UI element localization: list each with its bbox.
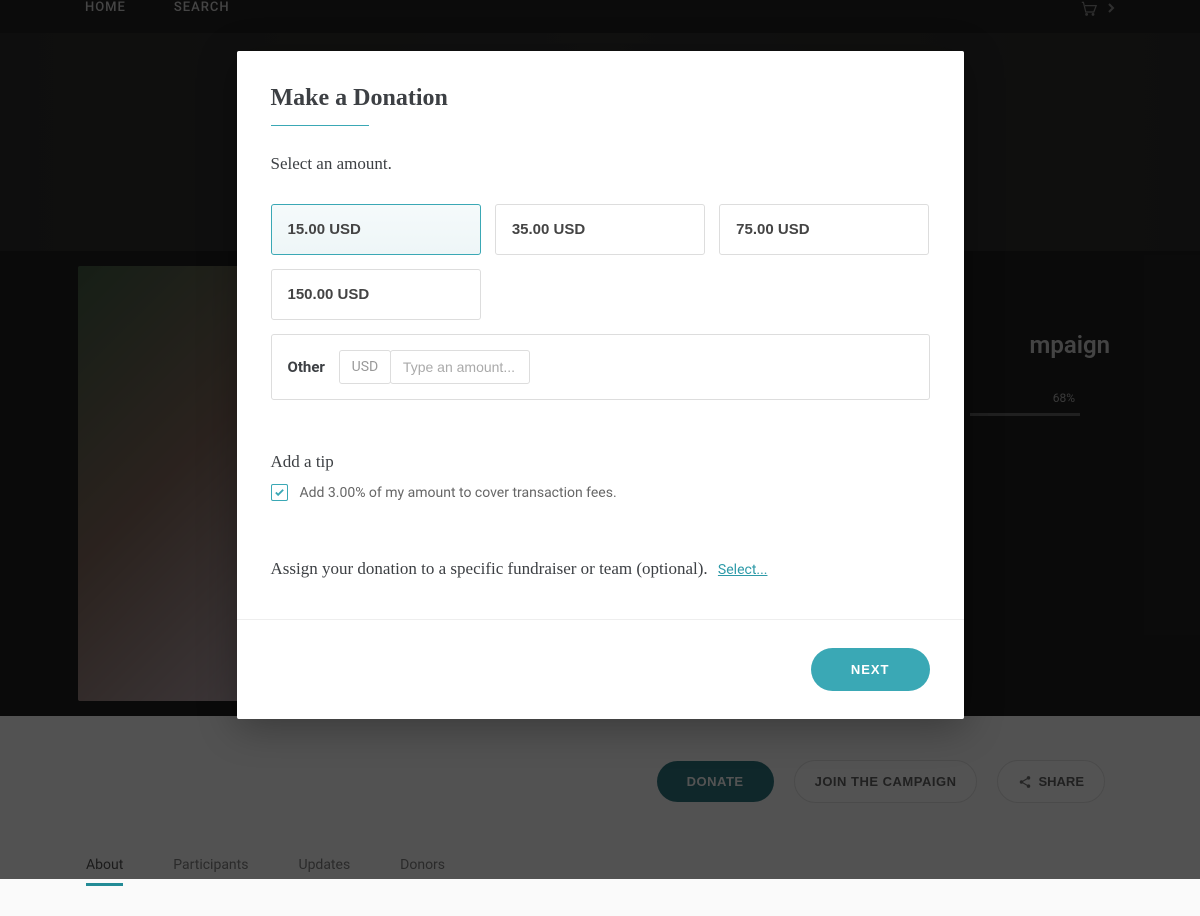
amount-option-75[interactable]: 75.00 USD [719, 204, 929, 255]
donation-modal: Make a Donation Select an amount. 15.00 … [237, 51, 964, 719]
tip-checkbox-label: Add 3.00% of my amount to cover transact… [300, 485, 617, 501]
tip-checkbox[interactable] [271, 484, 288, 501]
assign-row: Assign your donation to a specific fundr… [271, 559, 930, 579]
check-icon [274, 487, 285, 498]
assign-text: Assign your donation to a specific fundr… [271, 559, 708, 578]
assign-select-link[interactable]: Select... [718, 562, 768, 578]
other-amount-label: Other [288, 358, 325, 376]
currency-indicator: USD [339, 350, 391, 384]
modal-footer: NEXT [237, 619, 964, 719]
select-amount-label: Select an amount. [271, 154, 930, 174]
other-amount-input[interactable] [390, 350, 530, 384]
other-amount-row: Other USD [271, 334, 930, 400]
modal-title: Make a Donation [271, 85, 930, 126]
tip-header: Add a tip [271, 452, 930, 472]
amount-option-15[interactable]: 15.00 USD [271, 204, 481, 255]
modal-overlay[interactable]: Make a Donation Select an amount. 15.00 … [0, 0, 1200, 879]
next-button[interactable]: NEXT [811, 648, 930, 691]
amount-option-150[interactable]: 150.00 USD [271, 269, 481, 320]
amount-option-35[interactable]: 35.00 USD [495, 204, 705, 255]
